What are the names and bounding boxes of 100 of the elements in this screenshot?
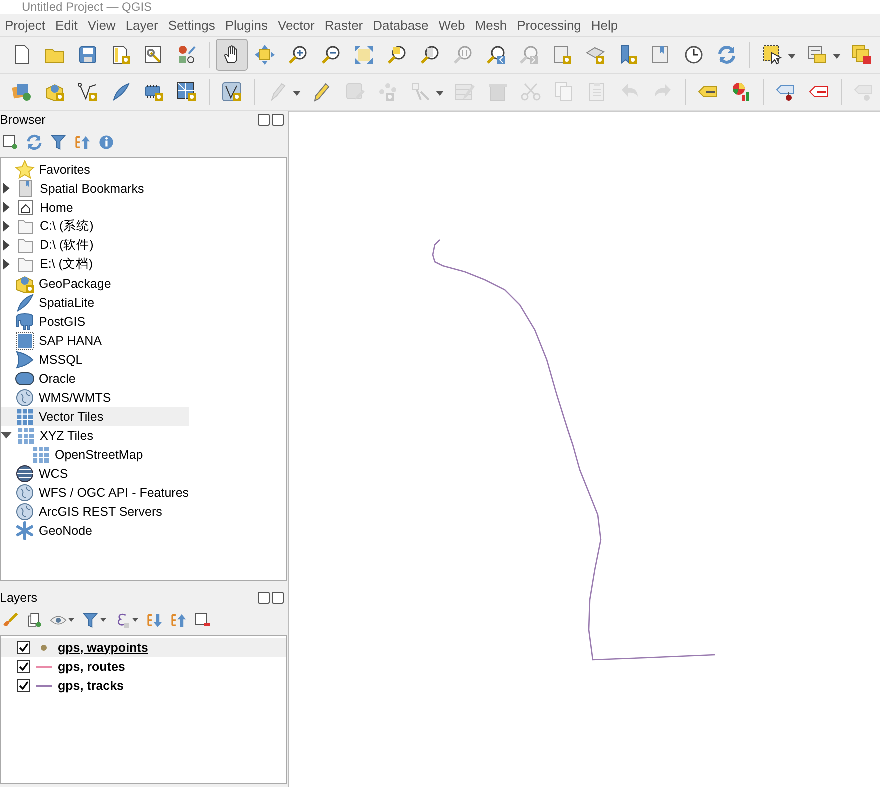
tree-item-label: OpenStreetMap — [55, 448, 144, 462]
menu-item[interactable]: Layer — [120, 16, 164, 34]
menu-item[interactable]: Help — [586, 16, 624, 34]
map-scroll-icon — [552, 45, 572, 65]
caret-icon — [132, 618, 139, 622]
tree-item[interactable]: GeoPackage — [1, 274, 286, 293]
tree-item-label: Oracle — [39, 372, 76, 386]
zoom-next-icon — [519, 45, 539, 65]
tree-item[interactable]: D:\ (软件) — [1, 236, 286, 255]
add-group-icon — [26, 612, 43, 628]
tree-item[interactable]: C:\ (系统) — [1, 217, 286, 236]
menu-item[interactable]: Raster — [320, 16, 368, 34]
house-icon — [16, 198, 36, 218]
panel-tool-button[interactable] — [82, 612, 107, 628]
legend-entry[interactable]: gps, routes — [1, 657, 286, 676]
tree-item[interactable]: MSSQL — [1, 350, 286, 369]
tree-item[interactable]: PostGIS — [1, 312, 286, 331]
checkbox[interactable] — [17, 679, 30, 692]
menu-item[interactable]: Plugins — [220, 16, 273, 34]
tree-item-label: WMS/WMTS — [39, 390, 112, 404]
tree-item-label: PostGIS — [39, 314, 86, 328]
elephant-icon — [15, 312, 35, 332]
expand-tree-icon — [146, 612, 163, 628]
tree-item[interactable]: Oracle — [1, 369, 286, 388]
add-square-icon — [2, 134, 19, 150]
collapsed-arrow-icon[interactable] — [1, 240, 12, 251]
tree-item[interactable]: E:\ (文档) — [1, 255, 286, 274]
globe-icon — [15, 502, 35, 522]
legend-entry[interactable]: gps, tracks — [1, 676, 286, 695]
tree-item-label: Favorites — [39, 162, 90, 176]
legend-entry[interactable]: gps, waypoints — [1, 638, 286, 657]
caret-icon — [833, 54, 841, 59]
float-button[interactable] — [258, 592, 270, 604]
float-button[interactable] — [258, 114, 270, 126]
star-icon — [15, 160, 35, 180]
window-title: Untitled Project — QGIS — [22, 0, 152, 14]
tile-grid-icon — [15, 406, 35, 426]
filter-icon — [82, 612, 99, 628]
collapsed-arrow-icon[interactable] — [1, 221, 12, 232]
panel-tool-button[interactable] — [98, 134, 115, 150]
add-layer-icon — [12, 82, 32, 102]
collapsed-arrow-icon[interactable] — [1, 183, 12, 194]
tree-item[interactable]: GeoNode — [1, 521, 286, 540]
checkbox[interactable] — [17, 660, 30, 673]
panel-tool-button[interactable] — [26, 612, 43, 628]
tree-item[interactable]: Spatial Bookmarks — [1, 179, 286, 198]
panel-tool-button[interactable] — [50, 134, 67, 150]
collapsed-arrow-icon[interactable] — [1, 202, 12, 213]
menu-item[interactable]: Mesh — [470, 16, 512, 34]
tree-item[interactable]: ArcGIS REST Servers — [1, 502, 286, 521]
tree-item[interactable]: Home — [1, 198, 286, 217]
menu-item[interactable]: Vector — [272, 16, 320, 34]
tree-item-label: ArcGIS REST Servers — [39, 504, 162, 518]
zoom-out-icon — [321, 45, 341, 65]
menu-item[interactable]: View — [82, 16, 121, 34]
menu-item[interactable]: Settings — [163, 16, 220, 34]
menu-item[interactable]: Processing — [512, 16, 586, 34]
zoom-last-icon — [486, 45, 506, 65]
checkbox[interactable] — [17, 641, 30, 654]
panel-tool-button[interactable] — [194, 612, 211, 628]
tree-item[interactable]: SpatiaLite — [1, 293, 286, 312]
globe-icon — [15, 464, 35, 484]
vertex-lines-icon — [78, 82, 98, 102]
menu-item[interactable]: Project — [0, 16, 50, 34]
asterisk-icon — [15, 520, 35, 540]
caret-icon — [68, 618, 75, 622]
tree-item[interactable]: XYZ Tiles — [1, 426, 286, 445]
tree-item[interactable]: Vector Tiles — [1, 407, 189, 426]
tree-item[interactable]: SAP HANA — [1, 331, 286, 350]
tree-item-label: Vector Tiles — [39, 410, 104, 424]
tree-item-label: SAP HANA — [39, 334, 102, 348]
tree-item-label: SpatiaLite — [39, 296, 95, 310]
tree-item[interactable]: WFS / OGC API - Features — [1, 483, 286, 502]
menu-item[interactable]: Database — [368, 16, 434, 34]
panel-tool-button[interactable] — [2, 134, 19, 150]
tile-grid-icon — [31, 444, 51, 464]
close-button[interactable] — [272, 114, 284, 126]
tree-item[interactable]: WCS — [1, 464, 286, 483]
tree-item-label: MSSQL — [39, 352, 83, 366]
menu-item[interactable]: Web — [434, 16, 470, 34]
toolbar-button[interactable] — [216, 39, 248, 71]
tree-item-label: WCS — [39, 466, 68, 480]
collapse-tree-icon — [74, 134, 91, 150]
grid-squares-icon — [176, 82, 197, 102]
tree-item[interactable]: WMS/WMTS — [1, 388, 286, 407]
points-icon — [378, 82, 398, 102]
page-wrench-icon — [144, 45, 164, 65]
feather-icon — [110, 82, 131, 102]
tree-item-label: GeoPackage — [39, 276, 112, 290]
book-bookmark-icon — [651, 45, 671, 65]
clock-icon — [684, 45, 704, 65]
refresh-icon — [26, 134, 43, 150]
close-button[interactable] — [272, 592, 284, 604]
menu-item[interactable]: Edit — [50, 16, 83, 34]
expanded-arrow-icon[interactable] — [1, 430, 12, 441]
tree-item[interactable]: OpenStreetMap — [1, 445, 286, 464]
tree-item[interactable]: Favorites — [1, 160, 286, 179]
copy-pages-icon — [554, 82, 574, 102]
collapsed-arrow-icon[interactable] — [1, 259, 12, 270]
caret-icon — [436, 91, 444, 96]
